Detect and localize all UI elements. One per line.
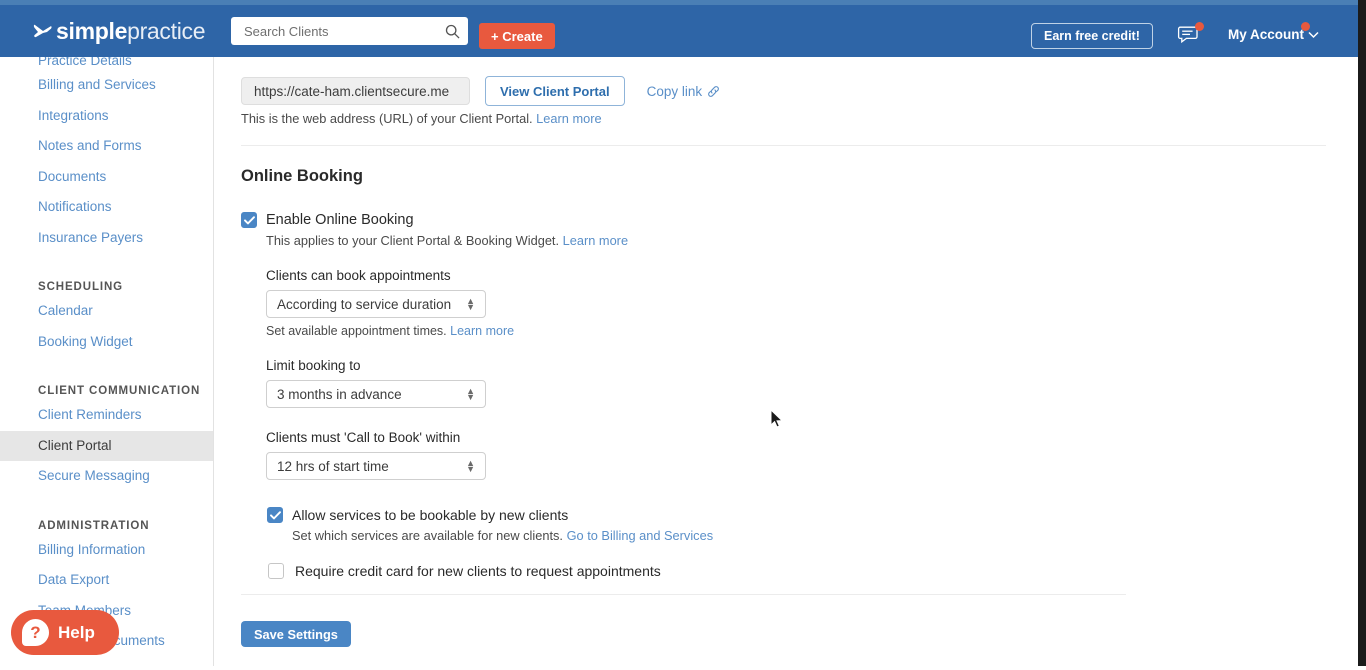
require-credit-card-checkbox[interactable]	[268, 563, 284, 579]
clients-can-book-field: Clients can book appointments According …	[266, 268, 514, 338]
stepper-icon[interactable]: ▲ ▼	[466, 459, 475, 474]
help-button[interactable]: ? Help	[11, 610, 119, 655]
sidebar-item-insurance-payers[interactable]: Insurance Payers	[0, 223, 213, 254]
main-content: https://cate-ham.clientsecure.me View Cl…	[215, 57, 1358, 670]
enable-online-booking-help: This applies to your Client Portal & Boo…	[266, 233, 628, 248]
call-to-book-field: Clients must 'Call to Book' within 12 hr…	[266, 430, 486, 480]
sidebar-item-documents[interactable]: Documents	[0, 162, 213, 193]
my-account-label: My Account	[1228, 27, 1305, 42]
enable-online-booking-checkbox[interactable]	[241, 212, 257, 228]
sidebar-item-billing-information[interactable]: Billing Information	[0, 535, 213, 566]
call-to-book-select[interactable]: 12 hrs of start time ▲ ▼	[266, 452, 486, 480]
sidebar-item-client-reminders[interactable]: Client Reminders	[0, 400, 213, 431]
simplepractice-logo[interactable]: simplepractice	[33, 5, 206, 57]
copy-link-label: Copy link	[646, 83, 703, 99]
portal-url-help: This is the web address (URL) of your Cl…	[241, 111, 602, 126]
portal-url-help-text: This is the web address (URL) of your Cl…	[241, 111, 533, 126]
call-to-book-label: Clients must 'Call to Book' within	[266, 430, 461, 445]
my-account-menu[interactable]: My Account	[1228, 22, 1319, 42]
sidebar-item-integrations[interactable]: Integrations	[0, 101, 213, 132]
sidebar-item-booking-widget[interactable]: Booking Widget	[0, 327, 213, 358]
earn-free-credit-button[interactable]: Earn free credit!	[1031, 23, 1153, 49]
allow-services-label: Allow services to be bookable by new cli…	[292, 507, 569, 523]
stepper-icon[interactable]: ▲ ▼	[466, 387, 475, 402]
sidebar-item-practice-details[interactable]: Practice Details	[0, 57, 213, 70]
link-icon	[708, 85, 720, 97]
clients-can-book-select[interactable]: According to service duration ▲ ▼	[266, 290, 486, 318]
clients-can-book-label: Clients can book appointments	[266, 268, 451, 283]
allow-services-help-text: Set which services are available for new…	[292, 528, 563, 543]
logo-bold: simple	[56, 17, 128, 44]
divider-bottom	[241, 594, 1126, 595]
settings-sidebar[interactable]: Practice Details Billing and Services In…	[0, 57, 214, 670]
window-right-edge	[1358, 0, 1366, 670]
search-input[interactable]	[242, 22, 445, 40]
search-clients-box[interactable]	[231, 17, 468, 45]
page-title: Online Booking	[241, 167, 363, 185]
limit-booking-value: 3 months in advance	[277, 386, 402, 402]
clients-can-book-learn-more-link[interactable]: Learn more	[450, 324, 514, 338]
sidebar-item-client-portal[interactable]: Client Portal	[0, 430, 213, 461]
client-portal-url-row: https://cate-ham.clientsecure.me View Cl…	[241, 76, 720, 106]
sidebar-item-secure-messaging[interactable]: Secure Messaging	[0, 461, 213, 492]
messages-button[interactable]	[1177, 22, 1204, 49]
logo-light: practice	[127, 17, 206, 44]
require-credit-card-label: Require credit card for new clients to r…	[295, 563, 661, 579]
help-button-label: Help	[58, 622, 95, 642]
enable-online-booking-label: Enable Online Booking	[266, 212, 414, 228]
sidebar-item-billing-and-services[interactable]: Billing and Services	[0, 70, 213, 101]
call-to-book-value: 12 hrs of start time	[277, 458, 389, 474]
portal-url-field[interactable]: https://cate-ham.clientsecure.me	[241, 77, 470, 105]
chevron-down-icon[interactable]	[1308, 31, 1319, 39]
enable-online-booking-help-text: This applies to your Client Portal & Boo…	[266, 233, 560, 248]
portal-url-learn-more-link[interactable]: Learn more	[536, 111, 601, 126]
sidebar-item-calendar[interactable]: Calendar	[0, 296, 213, 327]
limit-booking-field: Limit booking to 3 months in advance ▲ ▼	[266, 358, 486, 408]
account-notification-dot	[1301, 22, 1310, 31]
sidebar-item-notifications[interactable]: Notifications	[0, 192, 213, 223]
enable-online-booking-row[interactable]: Enable Online Booking	[241, 212, 414, 228]
allow-services-help: Set which services are available for new…	[292, 528, 713, 543]
question-bubble-icon: ?	[22, 619, 49, 646]
allow-services-checkbox[interactable]	[267, 507, 283, 523]
copy-link-button[interactable]: Copy link	[647, 84, 721, 99]
stepper-icon[interactable]: ▲ ▼	[466, 297, 475, 312]
limit-booking-label: Limit booking to	[266, 358, 361, 373]
sidebar-item-notes-and-forms[interactable]: Notes and Forms	[0, 131, 213, 162]
view-client-portal-button[interactable]: View Client Portal	[485, 76, 625, 106]
create-button[interactable]: + Create	[479, 23, 555, 49]
sidebar-section-scheduling: SCHEDULING	[38, 281, 124, 293]
window-bottom-edge	[0, 666, 1366, 670]
search-icon[interactable]	[445, 24, 460, 39]
sidebar-section-client-communication: CLIENT COMMUNICATION	[38, 385, 201, 397]
allow-services-row[interactable]: Allow services to be bookable by new cli…	[267, 507, 568, 523]
sidebar-item-data-export[interactable]: Data Export	[0, 565, 213, 596]
save-settings-button[interactable]: Save Settings	[241, 621, 351, 647]
divider-top	[241, 145, 1326, 146]
clients-can-book-value: According to service duration	[277, 296, 452, 312]
client-portal-settings-page: simplepractice + Create Earn free credit…	[0, 0, 1366, 670]
enable-online-booking-learn-more-link[interactable]: Learn more	[563, 233, 628, 248]
sidebar-section-administration: ADMINISTRATION	[38, 519, 150, 532]
go-to-billing-and-services-link[interactable]: Go to Billing and Services	[567, 528, 714, 543]
require-credit-card-row[interactable]: Require credit card for new clients to r…	[268, 563, 661, 579]
limit-booking-select[interactable]: 3 months in advance ▲ ▼	[266, 380, 486, 408]
clients-can-book-help-text: Set available appointment times.	[266, 324, 447, 338]
messages-notification-dot	[1195, 22, 1204, 31]
clients-can-book-help: Set available appointment times. Learn m…	[266, 324, 514, 338]
butterfly-icon	[33, 24, 52, 38]
app-header: simplepractice + Create Earn free credit…	[0, 5, 1366, 57]
logo-text: simplepractice	[56, 17, 206, 44]
